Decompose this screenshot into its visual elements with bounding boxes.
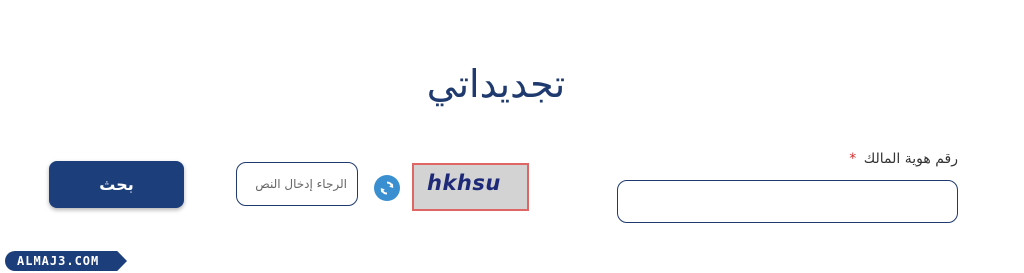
- owner-id-input[interactable]: [617, 180, 958, 223]
- required-marker: *: [849, 151, 857, 167]
- owner-id-label-text: رقم هوية المالك: [863, 151, 958, 167]
- page-title: تجديداتي: [426, 62, 566, 106]
- captcha-input[interactable]: [236, 162, 358, 206]
- owner-id-label: رقم هوية المالك *: [849, 151, 958, 167]
- search-button[interactable]: بحث: [49, 161, 184, 208]
- captcha-text: hkhsu: [427, 171, 501, 195]
- refresh-captcha-button[interactable]: [374, 175, 400, 201]
- refresh-icon: [380, 181, 394, 195]
- captcha-image: hkhsu: [412, 163, 529, 211]
- watermark-logo: ALMAJ3.COM: [5, 251, 127, 271]
